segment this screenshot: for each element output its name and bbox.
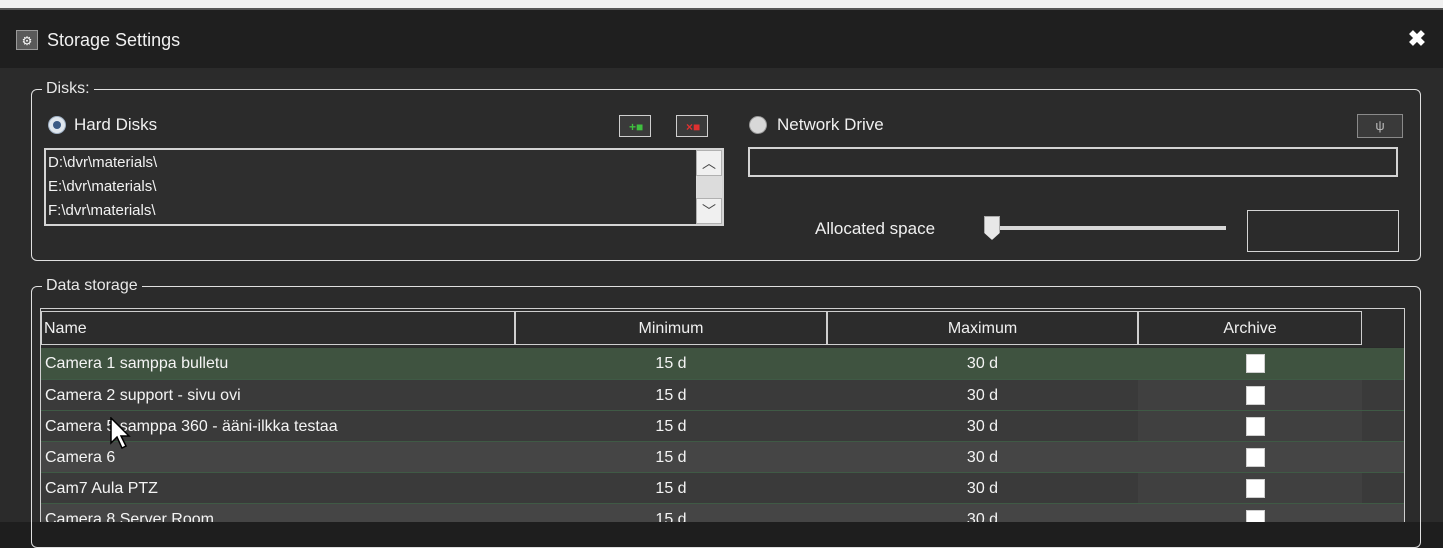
- cell-maximum[interactable]: 30 d: [827, 442, 1138, 473]
- table-row[interactable]: Camera 6 15 d 30 d: [41, 442, 1404, 473]
- table-header: Name Minimum Maximum Archive: [41, 309, 1404, 347]
- table-row[interactable]: Cam7 Aula PTZ 15 d 30 d: [41, 473, 1404, 504]
- data-storage-table: Name Minimum Maximum Archive Camera 1 sa…: [40, 308, 1405, 522]
- table-row[interactable]: Camera 8 Server Room 15 d 30 d: [41, 504, 1404, 522]
- archive-checkbox[interactable]: [1246, 510, 1265, 522]
- remove-disk-icon: ×■: [686, 120, 701, 134]
- plug-icon: ψ: [1375, 118, 1385, 133]
- disks-group-label: Disks:: [42, 79, 94, 99]
- allocated-space-slider-track[interactable]: [988, 226, 1226, 230]
- archive-checkbox[interactable]: [1246, 386, 1265, 405]
- archive-checkbox[interactable]: [1246, 354, 1265, 373]
- network-drive-radio[interactable]: [749, 116, 767, 134]
- table-row[interactable]: Camera 2 support - sivu ovi 15 d 30 d: [41, 380, 1404, 411]
- cell-maximum[interactable]: 30 d: [827, 411, 1138, 442]
- cell-minimum[interactable]: 15 d: [515, 504, 827, 522]
- cell-archive: [1138, 442, 1362, 473]
- remove-disk-button[interactable]: ×■: [676, 115, 708, 137]
- mouse-cursor-icon: [110, 417, 131, 450]
- scroll-up-button[interactable]: ︿: [696, 150, 722, 176]
- cell-maximum[interactable]: 30 d: [827, 473, 1138, 504]
- archive-checkbox[interactable]: [1246, 479, 1265, 498]
- column-header-maximum[interactable]: Maximum: [827, 311, 1138, 345]
- column-header-minimum[interactable]: Minimum: [515, 311, 827, 345]
- gears-icon: ⚙: [16, 30, 38, 50]
- cell-archive: [1138, 473, 1362, 504]
- cell-archive: [1138, 504, 1362, 522]
- allocated-space-value-box: [1247, 210, 1399, 252]
- cell-name: Camera 8 Server Room: [45, 511, 214, 522]
- table-row[interactable]: Camera 1 samppa bulletu 15 d 30 d: [41, 348, 1404, 379]
- window-top-border: [0, 0, 1443, 8]
- scroll-down-button[interactable]: ﹀: [696, 198, 722, 224]
- hard-disks-radio[interactable]: [48, 116, 66, 134]
- cell-maximum[interactable]: 30 d: [827, 380, 1138, 411]
- column-header-name[interactable]: Name: [41, 311, 515, 345]
- hard-disks-label: Hard Disks: [74, 115, 158, 134]
- column-header-archive[interactable]: Archive: [1138, 311, 1362, 345]
- hard-disk-list[interactable]: D:\dvr\materials\ E:\dvr\materials\ F:\d…: [44, 148, 724, 226]
- cell-archive: [1138, 411, 1362, 442]
- row-divider: [41, 503, 1404, 504]
- title-bar: [0, 10, 1443, 68]
- cell-archive: [1138, 348, 1362, 379]
- data-storage-group-label: Data storage: [42, 276, 142, 296]
- cell-minimum[interactable]: 15 d: [515, 348, 827, 379]
- network-drive-path-input[interactable]: [748, 147, 1398, 177]
- add-disk-icon: +■: [629, 120, 644, 134]
- list-item[interactable]: F:\dvr\materials\: [48, 200, 156, 222]
- list-item[interactable]: D:\dvr\materials\: [48, 152, 157, 174]
- window-title: Storage Settings: [47, 30, 181, 50]
- add-disk-button[interactable]: +■: [619, 115, 651, 137]
- row-divider: [41, 410, 1404, 411]
- archive-checkbox[interactable]: [1246, 417, 1265, 436]
- list-item[interactable]: E:\dvr\materials\: [48, 176, 156, 198]
- cell-maximum[interactable]: 30 d: [827, 348, 1138, 379]
- row-divider: [41, 472, 1404, 473]
- cell-minimum[interactable]: 15 d: [515, 411, 827, 442]
- table-row[interactable]: Camera 5 samppa 360 - ääni-ilkka testaa …: [41, 411, 1404, 442]
- row-divider: [41, 441, 1404, 442]
- archive-checkbox[interactable]: [1246, 448, 1265, 467]
- cell-maximum[interactable]: 30 d: [827, 504, 1138, 522]
- allocated-space-label: Allocated space: [815, 219, 936, 238]
- row-divider: [41, 379, 1404, 380]
- cell-minimum[interactable]: 15 d: [515, 442, 827, 473]
- close-button[interactable]: ✖: [1405, 27, 1429, 51]
- cell-minimum[interactable]: 15 d: [515, 380, 827, 411]
- cell-minimum[interactable]: 15 d: [515, 473, 827, 504]
- scrollbar-track[interactable]: [696, 176, 722, 200]
- cell-archive: [1138, 380, 1362, 411]
- cell-name: Cam7 Aula PTZ: [45, 480, 158, 497]
- network-drive-label: Network Drive: [777, 115, 884, 134]
- cell-name: Camera 1 samppa bulletu: [45, 355, 229, 372]
- cell-name: Camera 2 support - sivu ovi: [45, 387, 241, 404]
- network-drive-connect-button[interactable]: ψ: [1357, 114, 1403, 138]
